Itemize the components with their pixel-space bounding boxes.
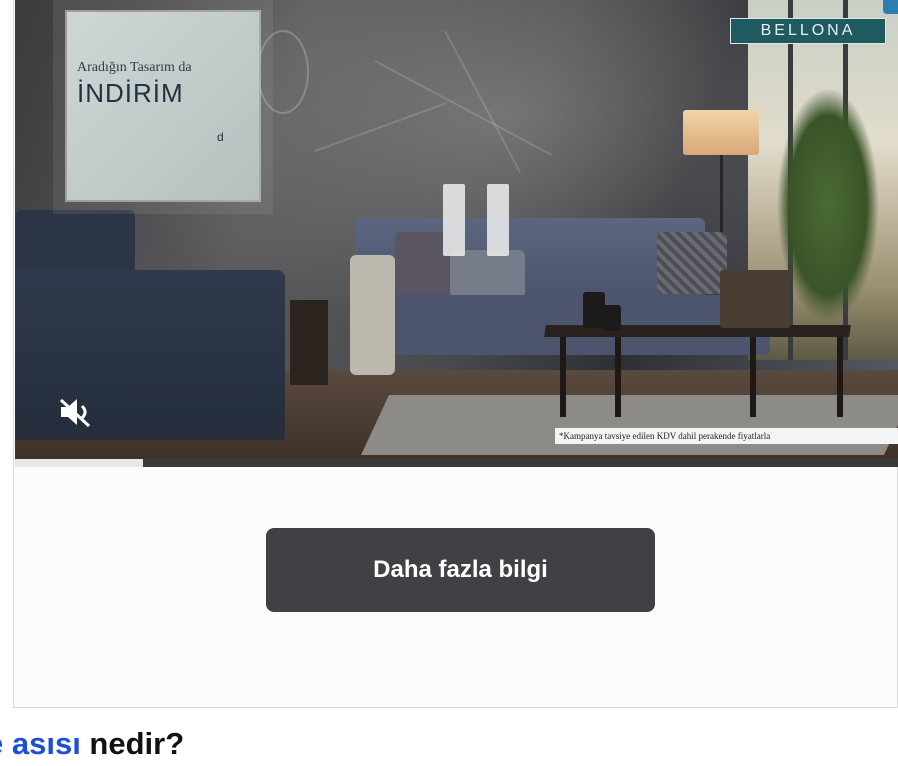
- muted-speaker-icon[interactable]: [55, 392, 95, 432]
- decorative-ring: [257, 30, 309, 114]
- disclaimer-text: *Kampanya tavsiye edilen KDV dahil perak…: [555, 428, 898, 444]
- heading-link[interactable]: e asısı: [0, 726, 81, 761]
- page-heading: e asısı nedir?: [0, 726, 184, 766]
- heading-text: nedir?: [80, 726, 185, 761]
- sofa-pillow: [657, 232, 727, 294]
- rug: [361, 395, 898, 455]
- plant: [778, 90, 878, 320]
- decor-vase: [603, 305, 621, 331]
- table-leg: [560, 337, 566, 417]
- floor-lamp: [683, 110, 759, 155]
- decor-vase: [583, 292, 605, 328]
- promo-fine-mark: d: [217, 130, 224, 144]
- promo-line-2: İNDİRİM: [77, 78, 184, 108]
- side-table: [290, 300, 328, 385]
- video-progress-fill: [15, 459, 144, 467]
- pause-icon[interactable]: [443, 184, 509, 256]
- promo-overlay: Aradığın Tasarım da İNDİRİM d: [67, 12, 259, 200]
- brand-logo: BELLONA: [730, 18, 886, 44]
- decor-lantern: [720, 270, 790, 328]
- table-leg: [837, 337, 843, 417]
- more-info-button[interactable]: Daha fazla bilgi: [266, 528, 655, 612]
- video-progress-bar[interactable]: [15, 459, 898, 467]
- ad-info-icon[interactable]: [883, 0, 898, 14]
- table-leg: [615, 337, 621, 417]
- table-leg: [750, 337, 756, 417]
- promo-line-1: Aradığın Tasarım da: [77, 60, 192, 75]
- sofa-arm: [350, 255, 395, 375]
- sofa-pillow: [450, 250, 525, 298]
- video-ad-player[interactable]: Aradığın Tasarım da İNDİRİM d BELLONA *K…: [15, 0, 898, 467]
